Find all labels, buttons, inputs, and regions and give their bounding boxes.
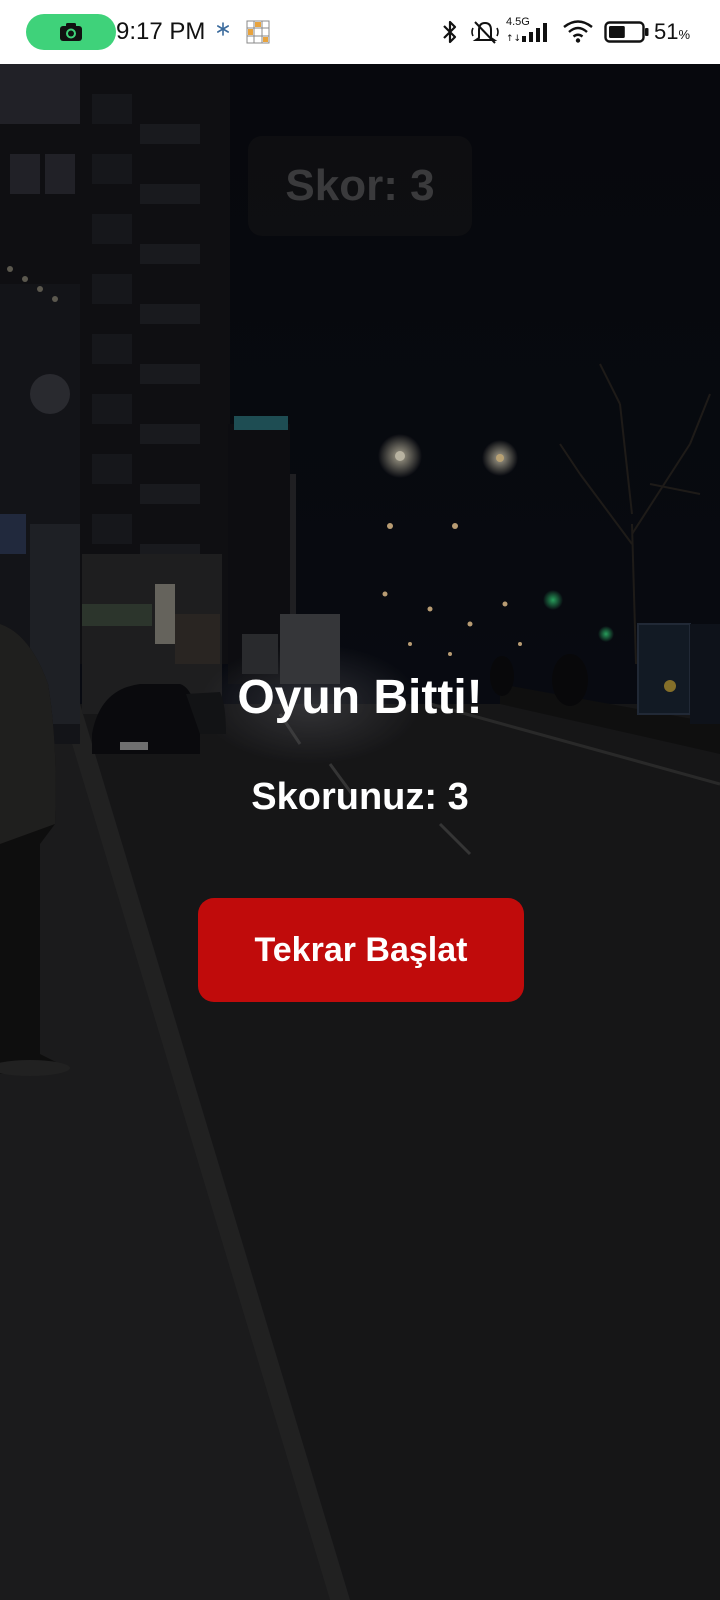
snowflake-icon [216, 22, 229, 36]
svg-text:↑↓: ↑↓ [506, 34, 521, 44]
status-time: 9:17 PM [116, 18, 206, 45]
bluetooth-icon [443, 20, 457, 44]
final-score-label: Skorunuz: 3 [251, 776, 469, 818]
camera-background [0, 64, 720, 1600]
grid-app-icon [246, 20, 270, 44]
screen-record-indicator[interactable] [26, 14, 116, 50]
muted-bell-icon [471, 21, 499, 44]
battery-percent-value: 51 [654, 19, 679, 44]
cell-signal-icon: ↑↓ [506, 23, 547, 44]
score-chip: Skor: 3 [248, 136, 472, 236]
game-over-title: Oyun Bitti! [237, 671, 483, 724]
battery-icon [604, 21, 649, 43]
battery-percent-unit: % [678, 27, 691, 42]
score-chip-label: Skor: 3 [285, 161, 435, 210]
status-bar: 9:17 PM 4.5G ↑↓ 51% [0, 0, 720, 64]
restart-button[interactable]: Tekrar Başlat [198, 898, 524, 1002]
wifi-icon [563, 20, 593, 43]
battery-percentage: 51% [654, 19, 690, 48]
camera-icon [60, 23, 82, 41]
dim-overlay [0, 64, 720, 1600]
